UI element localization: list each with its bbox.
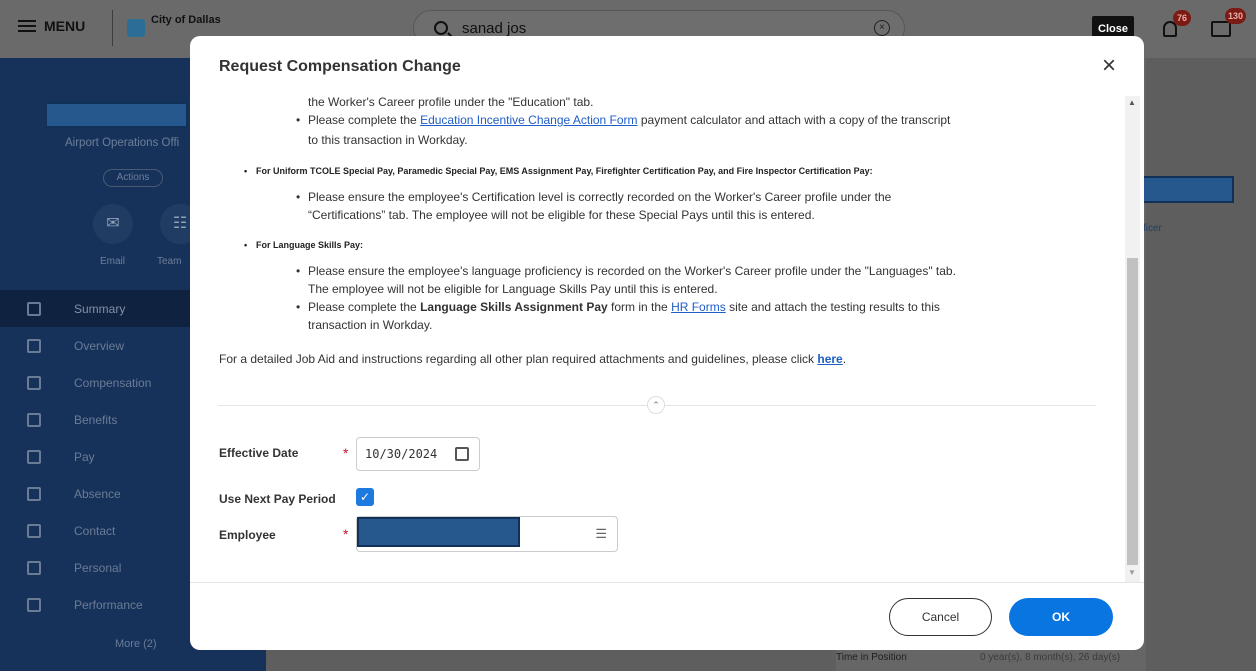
sidebar-item-label: Compensation xyxy=(74,375,152,390)
search-icon xyxy=(434,21,448,35)
close-icon[interactable]: × xyxy=(1102,54,1116,78)
overview-icon xyxy=(27,338,41,353)
scroll-down-icon[interactable]: ▼ xyxy=(1128,568,1136,577)
checkmark-icon: ✓ xyxy=(359,490,371,504)
summary-icon xyxy=(27,301,41,316)
absence-icon xyxy=(27,486,41,501)
sidebar-item-label: Benefits xyxy=(74,412,118,427)
compensation-icon xyxy=(27,375,41,390)
employee-label: Employee xyxy=(219,528,276,542)
hr-forms-link[interactable]: HR Forms xyxy=(671,300,726,314)
education-form-link[interactable]: Education Incentive Change Action Form xyxy=(420,113,637,127)
actions-button[interactable]: Actions xyxy=(103,169,163,187)
background-text: ficer xyxy=(1143,223,1162,234)
effective-date-field[interactable]: 10/30/2024 xyxy=(356,437,480,471)
scroll-thumb[interactable] xyxy=(1127,258,1138,565)
use-next-pay-period-label: Use Next Pay Period xyxy=(219,492,336,506)
calendar-icon[interactable] xyxy=(455,447,469,461)
education-post2-text: to this transaction in Workday. xyxy=(308,133,468,147)
language-form-bold: Language Skills Assignment Pay xyxy=(420,300,608,314)
ok-button[interactable]: OK xyxy=(1009,598,1113,636)
dialog-footer: Cancel OK xyxy=(190,582,1144,650)
brand-name: City of Dallas xyxy=(151,14,221,26)
hamburger-icon xyxy=(18,20,36,32)
prompt-list-icon[interactable]: ☰ xyxy=(595,526,607,542)
inbox-badge: 130 xyxy=(1225,8,1247,24)
sidebar-item-label: Performance xyxy=(74,597,143,612)
workday-app: MENU City of Dallas sanad jos × Close 76… xyxy=(0,0,1256,671)
time-in-position-label: Time in Position xyxy=(836,652,907,663)
effective-date-value: 10/30/2024 xyxy=(365,447,438,461)
tcole-heading: For Uniform TCOLE Special Pay, Paramedic… xyxy=(244,163,873,179)
language-form-bullet: Please complete the Language Skills Assi… xyxy=(296,299,940,315)
search-input[interactable]: sanad jos xyxy=(462,20,526,37)
sidebar-item-label: Overview xyxy=(74,338,125,353)
background-redacted xyxy=(1141,176,1234,203)
job-aid-post: . xyxy=(842,352,847,366)
certification-line-2: “Certifications” tab. The employee will … xyxy=(308,208,815,222)
sidebar-item-label: Contact xyxy=(74,523,116,538)
certification-line-1: Please ensure the employee's Certificati… xyxy=(296,189,891,205)
education-pre-text: Please complete the xyxy=(308,113,421,127)
language-line-1: Please ensure the employee's language pr… xyxy=(296,263,956,279)
performance-icon xyxy=(27,597,41,612)
dialog-title: Request Compensation Change xyxy=(219,58,461,75)
clear-search-icon[interactable]: × xyxy=(874,20,890,36)
effective-date-label: Effective Date xyxy=(219,446,299,460)
dialog-scrollbar[interactable]: ▲ ▼ xyxy=(1125,96,1140,582)
sidebar-item-label: Summary xyxy=(74,301,126,316)
job-aid-here-link[interactable]: here xyxy=(817,352,842,366)
language-form-mid: form in the xyxy=(607,300,672,314)
collapse-chevron-icon[interactable]: ⌃ xyxy=(647,396,665,414)
worker-name-redacted xyxy=(45,102,188,128)
benefits-icon xyxy=(27,412,41,427)
language-form-post2: transaction in Workday. xyxy=(308,318,433,332)
sidebar-item-label: Absence xyxy=(74,486,121,501)
dialog-body: the Worker's Career profile under the "E… xyxy=(190,96,1144,582)
pay-icon xyxy=(27,449,41,464)
email-icon[interactable]: ✉ xyxy=(93,204,133,244)
sidebar-item-label: Personal xyxy=(74,560,122,575)
menu-label: MENU xyxy=(44,18,86,34)
language-form-post: site and attach the testing results to t… xyxy=(725,300,940,314)
education-bullet: Please complete the Education Incentive … xyxy=(296,112,951,128)
time-in-position-value: 0 year(s), 8 month(s), 26 day(s) xyxy=(980,652,1121,663)
language-line-2: The employee will not be eligible for La… xyxy=(308,282,718,296)
city-logo-icon xyxy=(127,19,145,37)
request-compensation-change-dialog: Request Compensation Change × the Worker… xyxy=(190,36,1144,650)
employee-name-redacted xyxy=(357,517,520,547)
menu-button[interactable]: MENU xyxy=(18,18,85,34)
contact-icon xyxy=(27,523,41,538)
education-post-text: payment calculator and attach with a cop… xyxy=(637,113,951,127)
more-link[interactable]: More (2) xyxy=(115,638,157,650)
employee-prompt-field[interactable]: ☰ xyxy=(356,516,618,552)
cancel-button[interactable]: Cancel xyxy=(889,598,992,636)
use-next-pay-period-checkbox[interactable]: ✓ xyxy=(356,488,374,506)
education-tail-text: the Worker's Career profile under the "E… xyxy=(308,96,594,109)
scroll-up-icon[interactable]: ▲ xyxy=(1128,98,1136,107)
notification-badge: 76 xyxy=(1173,10,1191,26)
language-heading: For Language Skills Pay: xyxy=(244,237,363,253)
job-aid-text: For a detailed Job Aid and instructions … xyxy=(219,351,846,367)
sidebar-item-label: Pay xyxy=(74,449,95,464)
inbox-icon[interactable] xyxy=(1211,21,1231,37)
required-asterisk: * xyxy=(343,445,349,461)
language-form-pre: Please complete the xyxy=(308,300,421,314)
job-aid-pre: For a detailed Job Aid and instructions … xyxy=(219,352,818,366)
team-label: Team xyxy=(157,256,182,267)
worker-job-title: Airport Operations Offi xyxy=(65,137,180,149)
required-asterisk: * xyxy=(343,526,349,542)
email-label: Email xyxy=(100,256,126,267)
personal-icon xyxy=(27,560,41,575)
